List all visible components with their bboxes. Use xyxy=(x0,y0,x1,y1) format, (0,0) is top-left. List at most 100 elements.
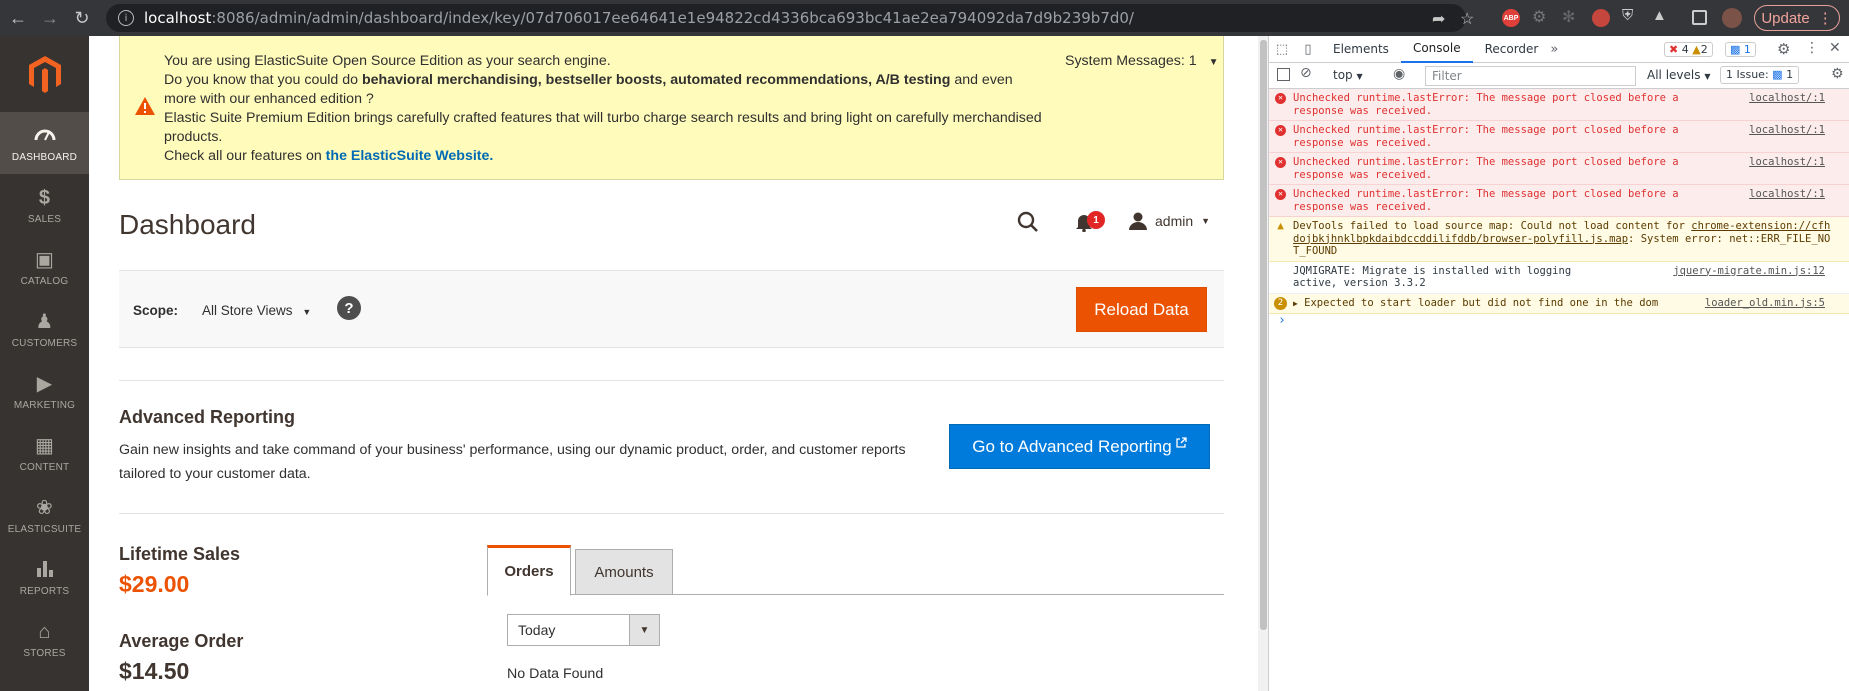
forward-icon[interactable]: → xyxy=(36,4,64,32)
abp-extension-icon[interactable]: ABP xyxy=(1502,9,1520,27)
advanced-reporting-button-label: Go to Advanced Reporting xyxy=(972,436,1172,456)
tab-recorder[interactable]: Recorder xyxy=(1473,36,1551,63)
console-error-row[interactable]: ✕ Unchecked runtime.lastError: The messa… xyxy=(1269,185,1849,217)
context-selector[interactable]: top ▼ xyxy=(1333,68,1363,82)
sidebar-item-dashboard[interactable]: DASHBOARD xyxy=(0,112,89,174)
sidebar-item-marketing[interactable]: ▶ MARKETING xyxy=(0,360,89,422)
sidebar-item-stores[interactable]: ⌂ STORES xyxy=(0,608,89,670)
error-icon: ✕ xyxy=(1275,125,1286,136)
megaphone-icon: ▶ xyxy=(36,372,53,395)
elasticsuite-icon: ❀ xyxy=(36,496,53,519)
sidebar-label: CATALOG xyxy=(20,275,69,287)
sidebar-item-customers[interactable]: ♟ CUSTOMERS xyxy=(0,298,89,360)
console-error-row[interactable]: ✕ Unchecked runtime.lastError: The messa… xyxy=(1269,153,1849,185)
reload-icon[interactable]: ↻ xyxy=(68,4,96,32)
inspect-icon[interactable]: ⬚ xyxy=(1269,42,1295,57)
log-source-link[interactable]: localhost/:1 xyxy=(1749,124,1825,137)
log-source-link[interactable]: jquery-migrate.min.js:12 xyxy=(1673,265,1825,278)
user-name: admin xyxy=(1155,213,1194,229)
device-toggle-icon[interactable]: ▯ xyxy=(1295,42,1321,57)
system-message-banner: You are using ElasticSuite Open Source E… xyxy=(119,36,1224,180)
sidebar-toggle-icon[interactable] xyxy=(1277,68,1290,81)
log-source-link[interactable]: localhost/:1 xyxy=(1749,188,1825,201)
caret-down-icon: ▼ xyxy=(302,307,312,317)
console-filter-input[interactable]: Filter xyxy=(1425,66,1636,86)
site-info-icon[interactable]: i xyxy=(118,10,134,26)
eye-icon[interactable]: ◉ xyxy=(1393,66,1405,82)
go-to-advanced-reporting-button[interactable]: Go to Advanced Reporting xyxy=(949,424,1210,469)
prompt-chevron: › xyxy=(1278,313,1286,328)
error-icon: ✕ xyxy=(1275,189,1286,200)
sidebar-item-catalog[interactable]: ▣ CATALOG xyxy=(0,236,89,298)
avatar-extension-icon[interactable] xyxy=(1592,9,1610,27)
user-menu[interactable]: admin ▼ xyxy=(1129,212,1210,230)
message-count-badge[interactable]: ▩ 1 xyxy=(1725,42,1756,57)
period-select[interactable]: Today ▼ xyxy=(507,614,660,646)
message-count: 1 xyxy=(1743,43,1751,56)
tab-elements[interactable]: Elements xyxy=(1321,36,1401,63)
address-bar[interactable]: i localhost:8086/admin/admin/dashboard/i… xyxy=(106,4,1466,32)
leaf-extension-icon[interactable]: ✻ xyxy=(1562,7,1580,26)
back-icon[interactable]: ← xyxy=(4,4,32,32)
log-levels-select[interactable]: All levels ▼ xyxy=(1647,68,1710,82)
sysmsg-line2-bold: behavioral merchandising, bestseller boo… xyxy=(361,72,951,88)
magento-logo[interactable] xyxy=(0,36,89,112)
update-button[interactable]: Update ⋮ xyxy=(1754,5,1840,31)
sidebar-item-sales[interactable]: $ SALES xyxy=(0,174,89,236)
bar-chart-icon xyxy=(35,558,55,582)
kebab-menu-icon[interactable]: ⋮ xyxy=(1805,40,1819,56)
admin-sidebar: DASHBOARD $ SALES ▣ CATALOG ♟ CUSTOMERS … xyxy=(0,36,89,691)
error-count-badge[interactable]: ✖ 4 ▲2 xyxy=(1664,42,1713,57)
more-tabs-icon[interactable]: » xyxy=(1550,42,1558,57)
close-icon[interactable]: ✕ xyxy=(1829,40,1841,56)
log-message: Unchecked runtime.lastError: The message… xyxy=(1293,188,1679,213)
console-settings-icon[interactable]: ⚙ xyxy=(1831,66,1844,82)
search-icon[interactable] xyxy=(1017,211,1039,233)
share-icon[interactable]: ➦ xyxy=(1432,9,1445,29)
issues-button[interactable]: 1 Issue: ▩ 1 xyxy=(1720,66,1800,84)
console-error-row[interactable]: ✕ Unchecked runtime.lastError: The messa… xyxy=(1269,89,1849,121)
help-icon[interactable]: ? xyxy=(337,296,361,320)
clear-console-icon[interactable]: ⊘ xyxy=(1300,65,1312,81)
console-warning-group-row[interactable]: 2 ▶ Expected to start loader but did not… xyxy=(1269,293,1849,314)
puzzle-icon[interactable]: ▲ xyxy=(1652,7,1670,25)
console-error-row[interactable]: ✕ Unchecked runtime.lastError: The messa… xyxy=(1269,121,1849,153)
profile-avatar[interactable] xyxy=(1722,8,1742,28)
sidebar-label: REPORTS xyxy=(19,585,70,597)
console-warning-row[interactable]: ▲ DevTools failed to load source map: Co… xyxy=(1269,217,1849,262)
log-source-link[interactable]: localhost/:1 xyxy=(1749,156,1825,169)
log-source-link[interactable]: loader_old.min.js:5 xyxy=(1705,297,1825,310)
star-icon[interactable]: ☆ xyxy=(1460,9,1474,29)
log-message: JQMIGRATE: Migrate is installed with log… xyxy=(1293,264,1572,290)
devtools-tabs: ⬚ ▯ Elements Console Recorder » ✖ 4 ▲2 ▩… xyxy=(1269,36,1849,63)
caret-down-icon: ▼ xyxy=(1208,57,1219,68)
tab-amounts[interactable]: Amounts xyxy=(575,549,673,595)
sysmsg-line2-pre: Do you know that you could do xyxy=(164,72,362,88)
warn-count: 2 xyxy=(1700,43,1708,56)
gear-extension-icon[interactable]: ⚙ xyxy=(1532,7,1550,26)
sidebar-item-content[interactable]: ▦ CONTENT xyxy=(0,422,89,484)
scrollbar-thumb[interactable] xyxy=(1260,40,1267,630)
sidebar-item-reports[interactable]: REPORTS xyxy=(0,546,89,608)
user-icon xyxy=(1129,212,1147,230)
log-source-link[interactable]: localhost/:1 xyxy=(1749,92,1825,105)
console-prompt[interactable]: › xyxy=(1269,314,1849,327)
tab-orders[interactable]: Orders xyxy=(487,545,571,596)
person-icon: ♟ xyxy=(35,310,54,333)
box-icon: ▣ xyxy=(34,248,55,271)
settings-gear-icon[interactable]: ⚙ xyxy=(1777,40,1790,58)
sidepanel-icon[interactable] xyxy=(1692,10,1707,25)
expand-triangle-icon[interactable]: ▶ xyxy=(1293,299,1298,308)
average-order-label: Average Order xyxy=(119,631,244,651)
store-view-switcher[interactable]: All Store Views ▼ xyxy=(202,303,311,318)
browser-toolbar: ← → ↻ i localhost:8086/admin/admin/dashb… xyxy=(0,0,1849,36)
console-info-row[interactable]: JQMIGRATE: Migrate is installed with log… xyxy=(1269,262,1849,294)
elasticsuite-website-link[interactable]: the ElasticSuite Website. xyxy=(326,148,494,164)
tab-console[interactable]: Console xyxy=(1400,36,1473,63)
shield-extension-icon[interactable]: ⛨ xyxy=(1622,7,1640,25)
lifetime-sales-value: $29.00 xyxy=(119,571,190,597)
system-messages-toggle[interactable]: System Messages: 1 ▼ xyxy=(1065,53,1219,69)
sidebar-item-elasticsuite[interactable]: ❀ ELASTICSUITE xyxy=(0,484,89,546)
average-order-value: $14.50 xyxy=(119,658,190,684)
reload-data-button[interactable]: Reload Data xyxy=(1076,287,1207,332)
